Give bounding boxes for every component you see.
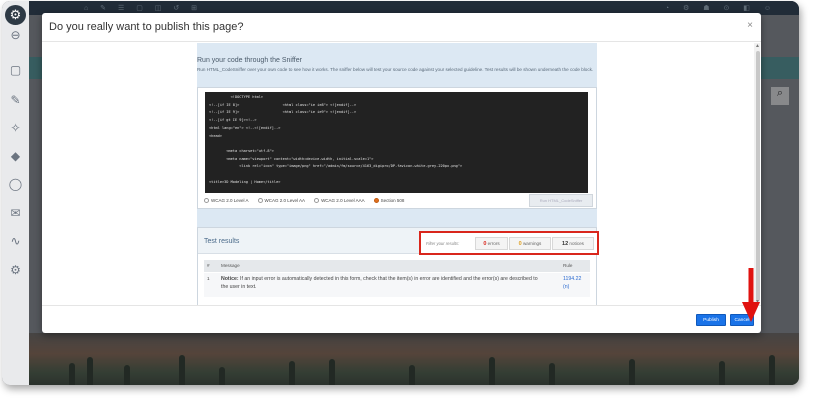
guideline-option-wcag-aaa[interactable]: WCAG 2.0 Level AAA — [314, 198, 365, 203]
source-code-textarea[interactable]: <!DOCTYPE html> <!--[if IE 8]> <html cla… — [205, 92, 588, 193]
code-sniffer-panel: Run your code through the Sniffer Run HT… — [197, 43, 599, 305]
chat-icon[interactable]: ◯ — [8, 177, 23, 192]
brush-icon[interactable]: ✎ — [8, 93, 23, 108]
modal-header: Do you really want to publish this page?… — [42, 13, 761, 42]
filter-notices-button[interactable]: 12 notices — [552, 237, 594, 250]
warnings-label: warnings — [522, 241, 542, 246]
run-sniffer-button[interactable]: Run HTML_CodeSniffer — [529, 194, 593, 207]
modal-title: Do you really want to publish this page? — [49, 21, 244, 33]
guideline-label: WCAG 2.0 Level A — [211, 198, 249, 203]
guideline-label: Section 508 — [380, 198, 405, 203]
scrollbar-thumb[interactable] — [756, 51, 760, 301]
arrow-down-icon — [742, 268, 760, 322]
arrow-head — [742, 302, 760, 322]
notices-count: 12 — [562, 241, 569, 247]
row-number: 1 — [207, 276, 210, 281]
sniffer-heading: Run your code through the Sniffer — [197, 57, 302, 64]
chart-line-icon[interactable]: ∿ — [8, 234, 23, 249]
radio-icon — [314, 198, 320, 203]
guideline-label: WCAG 2.0 Level AA — [264, 198, 306, 203]
guideline-option-section-508[interactable]: Section 508 — [373, 198, 405, 203]
filter-warnings-button[interactable]: 0 warnings — [509, 237, 551, 250]
tag-icon[interactable]: ◆ — [8, 149, 23, 164]
scroll-up-icon[interactable]: ▲ — [755, 43, 760, 49]
warnings-count: 0 — [518, 241, 522, 247]
row-message: Notice: If an input error is automatical… — [221, 275, 546, 291]
results-title: Test results — [204, 238, 240, 245]
notice-text: If an input error is automatically detec… — [221, 276, 538, 290]
modal-footer: Publish Cancel — [42, 305, 761, 333]
table-row: 1 Notice: If an input error is automatic… — [204, 273, 590, 297]
radio-selected-icon — [373, 198, 379, 203]
notices-label: notices — [569, 241, 584, 246]
settings-icon[interactable]: ⚙ — [8, 263, 23, 278]
results-table-header: # Message Rule — [204, 260, 590, 272]
rule-link[interactable]: 1194.22 (n) — [563, 275, 587, 291]
publish-button[interactable]: Publish — [696, 314, 726, 326]
guideline-option-wcag-aa[interactable]: WCAG 2.0 Level AA — [257, 198, 306, 203]
sniffer-description: Run HTML_CodeSniffer over your own code … — [197, 67, 594, 72]
modal-body: Run your code through the Sniffer Run HT… — [42, 43, 761, 305]
filter-label: Filter your results: — [426, 241, 460, 246]
column-rule: Rule — [563, 263, 573, 268]
close-icon[interactable]: × — [747, 20, 753, 31]
notice-label: Notice: — [221, 276, 239, 282]
page-icon[interactable]: ▢ — [8, 63, 23, 78]
arrow-shaft — [748, 268, 754, 306]
mail-icon[interactable]: ✉ — [8, 206, 23, 221]
column-message: Message — [221, 263, 240, 268]
back-arrow-icon[interactable]: ⊖ — [8, 28, 23, 43]
app-window: ⌂ ✎ ☰ ▢ ◫ ↺ ⊞ ◔ ⚙ ☗ ⊙ ◧ ☺ ⌕ ⚙ ⊖ ▢ ✎ ✧ ◆ … — [2, 1, 799, 385]
radio-icon — [257, 198, 263, 203]
puzzle-icon[interactable]: ✧ — [8, 121, 23, 136]
publish-modal: Do you really want to publish this page?… — [42, 13, 761, 333]
test-results-panel: Test results Filter your results: 0 erro… — [197, 227, 599, 305]
filter-errors-button[interactable]: 0 errors — [475, 237, 508, 250]
radio-icon — [204, 198, 209, 203]
code-panel: <!DOCTYPE html> <!--[if IE 8]> <html cla… — [197, 87, 597, 209]
guideline-label: WCAG 2.0 Level AAA — [321, 198, 365, 203]
errors-count: 0 — [483, 241, 487, 247]
guideline-options: WCAG 2.0 Level A WCAG 2.0 Level AA WCAG … — [204, 198, 404, 203]
results-filter-highlight: Filter your results: 0 errors 0 warnings… — [419, 231, 599, 255]
gear-logo-icon[interactable]: ⚙ — [5, 5, 26, 25]
left-sidebar: ⚙ ⊖ ▢ ✎ ✧ ◆ ◯ ✉ ∿ ⚙ — [2, 1, 29, 385]
guideline-option-wcag-a[interactable]: WCAG 2.0 Level A — [204, 198, 249, 203]
errors-label: errors — [487, 241, 500, 246]
column-number: # — [207, 263, 210, 268]
